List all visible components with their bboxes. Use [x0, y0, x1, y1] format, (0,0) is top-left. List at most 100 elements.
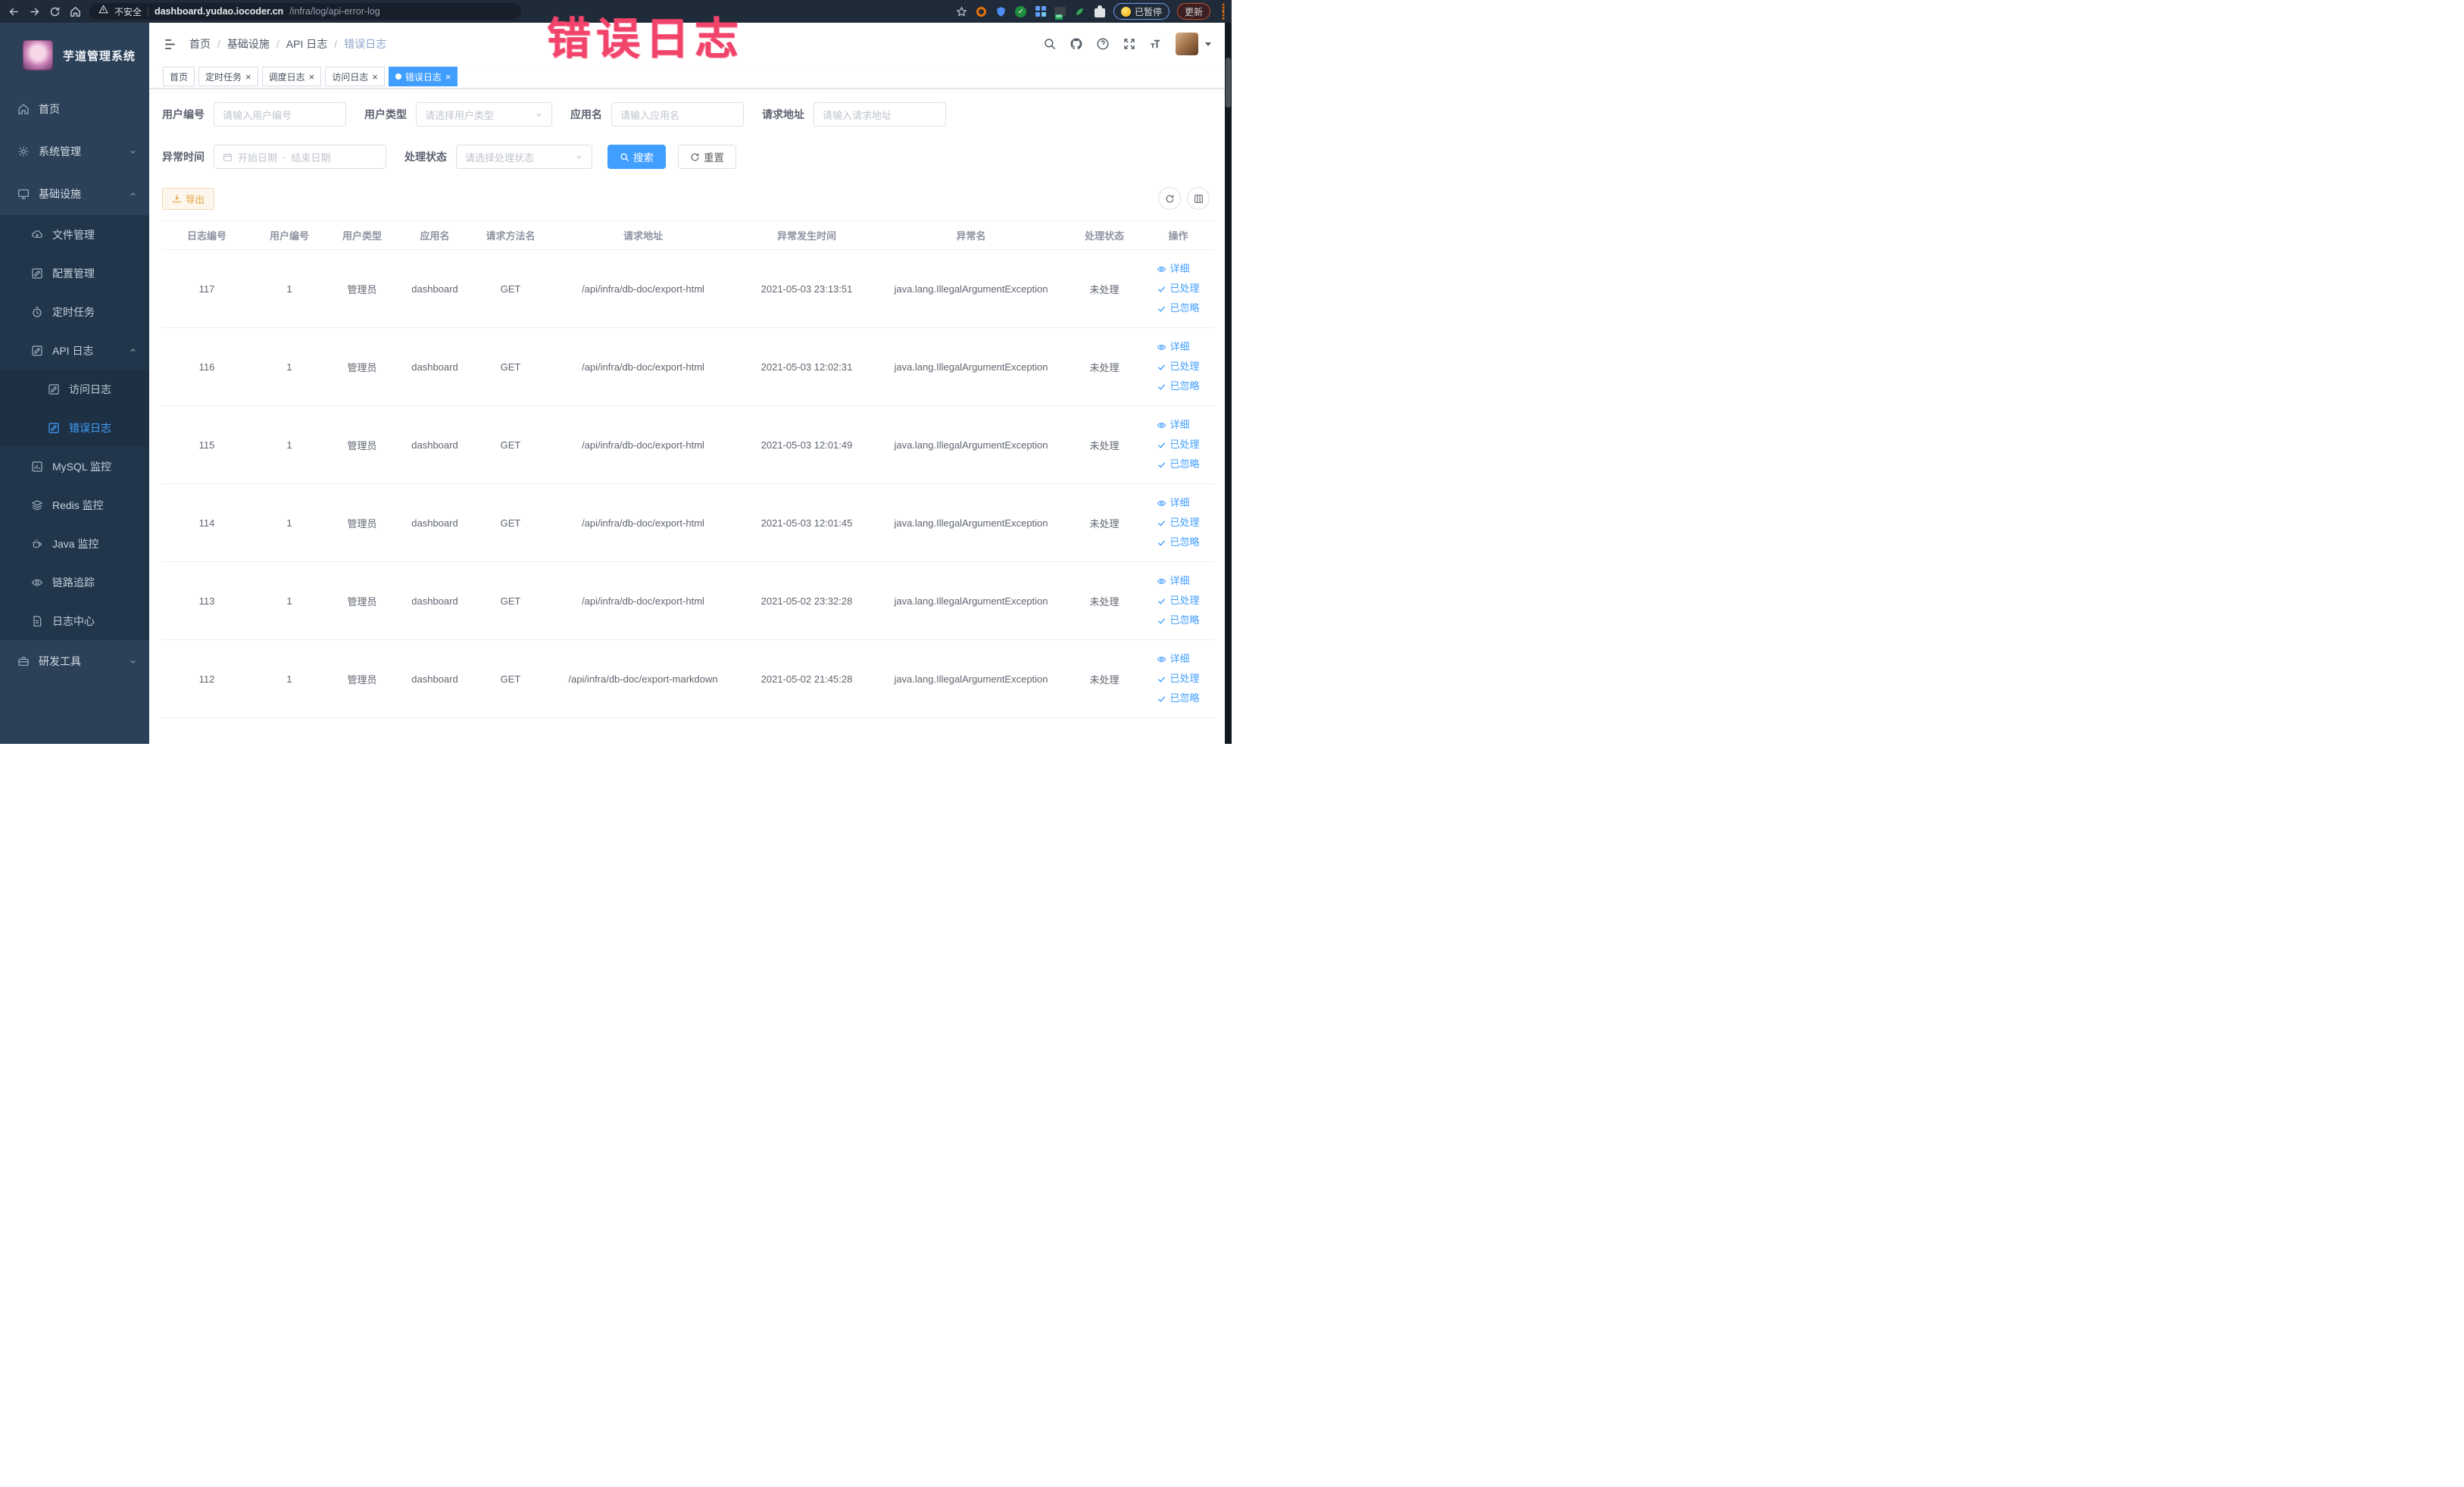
navbar-actions — [1043, 33, 1211, 55]
chevron-down-icon — [129, 148, 137, 156]
extension-orange-ring-icon[interactable] — [976, 5, 988, 17]
action-已处理[interactable]: 已处理 — [1157, 669, 1200, 689]
cell-user_id: 1 — [251, 249, 327, 328]
update-button[interactable]: 更新 — [1176, 3, 1210, 20]
sidebar-item-home[interactable]: 首页 — [0, 88, 149, 130]
user-id-input[interactable]: 请输入用户编号 — [214, 102, 346, 127]
breadcrumb-item[interactable]: 基础设施 — [227, 36, 270, 52]
sidebar-item-config[interactable]: 配置管理 — [0, 254, 149, 292]
cell-method: GET — [473, 561, 548, 640]
sidebar-item-infra[interactable]: 基础设施 — [0, 173, 149, 215]
request-url-input[interactable]: 请输入请求地址 — [814, 102, 946, 127]
column-header: 应用名 — [397, 220, 473, 250]
sidebar-item-api-log[interactable]: API 日志 — [0, 331, 149, 370]
browser-menu-icon[interactable]: ⋮ ⋮ — [1218, 2, 1229, 20]
tag-错误日志[interactable]: 错误日志 × — [388, 67, 458, 86]
user-type-select[interactable]: 请选择用户类型 — [416, 102, 552, 127]
action-已处理[interactable]: 已处理 — [1157, 591, 1200, 611]
cell-status: 未处理 — [1066, 561, 1142, 640]
action-详细[interactable]: 详细 — [1157, 415, 1199, 435]
action-已忽略[interactable]: 已忽略 — [1157, 611, 1200, 630]
home-icon[interactable] — [69, 5, 81, 17]
app-logo-row[interactable]: 芋道管理系统 — [0, 23, 149, 88]
action-已忽略[interactable]: 已忽略 — [1157, 533, 1200, 552]
font-size-icon[interactable] — [1149, 37, 1163, 51]
address-bar[interactable]: 不安全 dashboard.yudao.iocoder.cn/infra/log… — [89, 3, 521, 20]
column-settings-button[interactable] — [1187, 187, 1210, 210]
export-button[interactable]: 导出 — [162, 187, 215, 210]
redis-layers-icon — [30, 498, 43, 511]
browser-scrollbar[interactable] — [1225, 23, 1232, 744]
action-详细[interactable]: 详细 — [1157, 337, 1199, 357]
sidebar-item-log-center[interactable]: 日志中心 — [0, 601, 149, 640]
action-详细[interactable]: 详细 — [1157, 571, 1199, 591]
cell-user_id: 1 — [251, 327, 327, 406]
extension-green-check-icon[interactable]: ✓ — [1015, 5, 1027, 17]
cell-id: 117 — [162, 249, 251, 328]
search-button[interactable]: 搜索 — [607, 145, 666, 169]
sidebar-item-system[interactable]: 系统管理 — [0, 130, 149, 173]
cell-app: dashboard — [397, 405, 473, 484]
tag-调度日志[interactable]: 调度日志 × — [261, 67, 322, 86]
app-title: 芋道管理系统 — [63, 49, 136, 63]
action-已忽略[interactable]: 已忽略 — [1157, 298, 1200, 318]
github-icon[interactable] — [1070, 37, 1083, 51]
action-已处理[interactable]: 已处理 — [1157, 435, 1200, 455]
sidebar-item-trace[interactable]: 链路追踪 — [0, 563, 149, 601]
sidebar-item-job[interactable]: 定时任务 — [0, 292, 149, 331]
column-header: 异常发生时间 — [738, 220, 876, 250]
sidebar-item-dev-tools[interactable]: 研发工具 — [0, 640, 149, 683]
user-avatar[interactable] — [1176, 33, 1198, 55]
cell-url: /api/infra/db-doc/export-html — [548, 483, 738, 562]
help-icon[interactable] — [1096, 37, 1110, 51]
tag-close-icon[interactable]: × — [309, 72, 315, 82]
tag-定时任务[interactable]: 定时任务 × — [198, 67, 258, 86]
action-已处理[interactable]: 已处理 — [1157, 357, 1200, 376]
breadcrumb-item[interactable]: API 日志 — [286, 36, 327, 52]
hamburger-icon[interactable] — [163, 37, 177, 52]
forward-icon[interactable] — [28, 5, 40, 17]
sidebar-item-error-log[interactable]: 错误日志 — [0, 408, 149, 447]
action-已忽略[interactable]: 已忽略 — [1157, 376, 1200, 396]
scrollbar-thumb[interactable] — [1226, 58, 1231, 108]
tag-close-icon[interactable]: × — [445, 72, 451, 82]
cell-exception: java.lang.IllegalArgumentException — [876, 405, 1066, 484]
extension-leaf-icon[interactable] — [1074, 5, 1086, 17]
tag-close-icon[interactable]: × — [245, 72, 251, 82]
breadcrumb-item[interactable]: 首页 — [189, 36, 211, 52]
sidebar-item-mysql[interactable]: MySQL 监控 — [0, 447, 149, 486]
action-已忽略[interactable]: 已忽略 — [1157, 689, 1200, 708]
cell-user_type: 管理员 — [327, 561, 397, 640]
process-status-select[interactable]: 请选择处理状态 — [456, 145, 592, 169]
refresh-button[interactable] — [1158, 187, 1181, 210]
ignored-check-icon — [1157, 616, 1166, 626]
reload-icon[interactable] — [48, 5, 61, 17]
extension-puzzle-icon[interactable] — [1094, 5, 1106, 17]
tag-首页[interactable]: 首页 — [163, 67, 195, 86]
tag-close-icon[interactable]: × — [372, 72, 378, 82]
paused-badge[interactable]: 已暂停 — [1113, 3, 1170, 20]
action-已忽略[interactable]: 已忽略 — [1157, 455, 1200, 474]
avatar-caret-down-icon[interactable] — [1205, 42, 1211, 46]
exception-time-range-input[interactable]: 开始日期 - 结束日期 — [214, 145, 386, 169]
action-已处理[interactable]: 已处理 — [1157, 279, 1200, 298]
extension-grid-icon[interactable] — [1035, 5, 1047, 17]
search-icon[interactable] — [1043, 37, 1057, 51]
extension-on-badge-icon[interactable]: on — [1054, 5, 1066, 20]
reset-button[interactable]: 重置 — [678, 145, 736, 169]
action-详细[interactable]: 详细 — [1157, 649, 1199, 669]
bookmark-star-icon[interactable] — [956, 5, 968, 17]
sidebar-item-access-log[interactable]: 访问日志 — [0, 370, 149, 408]
fullscreen-icon[interactable] — [1123, 37, 1136, 51]
sidebar-item-file[interactable]: 文件管理 — [0, 215, 149, 254]
app-name-input[interactable]: 请输入应用名 — [611, 102, 744, 127]
action-详细[interactable]: 详细 — [1157, 259, 1199, 279]
processed-check-icon — [1157, 440, 1166, 450]
sidebar-item-redis[interactable]: Redis 监控 — [0, 486, 149, 524]
back-icon[interactable] — [8, 5, 20, 17]
tag-访问日志[interactable]: 访问日志 × — [325, 67, 385, 86]
extension-shield-icon[interactable] — [995, 5, 1007, 17]
action-已处理[interactable]: 已处理 — [1157, 513, 1200, 533]
action-详细[interactable]: 详细 — [1157, 493, 1199, 513]
sidebar-item-java[interactable]: Java 监控 — [0, 524, 149, 563]
